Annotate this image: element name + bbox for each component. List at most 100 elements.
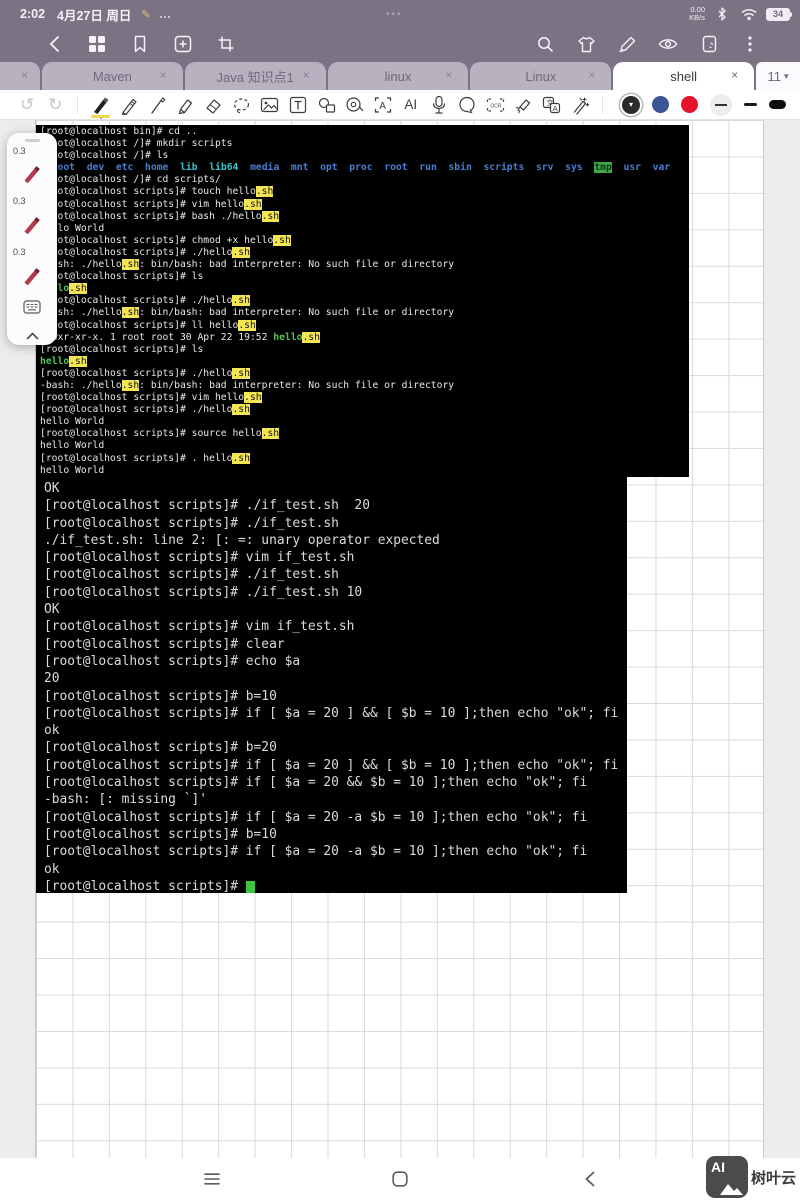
terminal-line: -bash: ./hello.sh: bin/bash: bad interpr… <box>40 259 689 271</box>
tab-close-icon[interactable]: × <box>445 68 452 82</box>
terminal-line: OK <box>44 480 627 497</box>
terminal-line: [root@localhost scripts]# if [ $a = 20 -… <box>44 843 627 860</box>
search-icon[interactable] <box>535 34 555 54</box>
tab-shell-active[interactable]: shell × <box>613 62 754 90</box>
terminal-screenshot-hello-sh[interactable]: [root@localhost bin]# cd .. [root@localho… <box>36 125 689 477</box>
stroke-thickness-bold[interactable] <box>769 100 786 109</box>
tab-linux-lower[interactable]: linux × <box>328 62 469 90</box>
fineliner-tool-button[interactable] <box>144 92 170 118</box>
terminal-line: [root@localhost scripts]# vim if_test.sh <box>44 549 627 566</box>
translate-tool-button[interactable]: 文A <box>539 92 565 118</box>
add-page-icon[interactable] <box>173 34 193 54</box>
undo-button[interactable]: ↺ <box>14 92 40 118</box>
terminal-line: [root@localhost scripts]# b=20 <box>44 739 627 756</box>
date-label: 4月27日 周日 <box>57 5 131 24</box>
eraser-tool-button[interactable] <box>200 92 226 118</box>
toolbar-divider <box>77 96 78 114</box>
bluetooth-icon <box>712 4 732 24</box>
terminal-line: [root@localhost scripts]# touch hello.sh <box>40 186 689 198</box>
pen-size-label: 0.3 <box>13 146 26 156</box>
back-nav-button[interactable] <box>578 1167 602 1191</box>
tab-close-icon[interactable]: × <box>21 68 28 82</box>
keyboard-panel-icon[interactable] <box>23 300 41 319</box>
tab-label: Java 知识点1 <box>217 67 294 86</box>
terminal-line: [root@localhost scripts]# b=10 <box>44 826 627 843</box>
collapse-panel-chevron-icon[interactable] <box>26 327 39 345</box>
terminal-line: [root@localhost /]# cd scripts/ <box>40 174 689 186</box>
battery-indicator: 34 <box>766 8 792 21</box>
insert-image-tool-button[interactable] <box>257 92 283 118</box>
pen-size-label: 0.3 <box>13 247 26 257</box>
lasso-select-tool-button[interactable] <box>228 92 254 118</box>
drawing-toolbar: ↺ ↻ A AI OCR 文A <box>0 90 800 120</box>
magic-pen-tool-button[interactable] <box>567 92 593 118</box>
stroke-thickness-medium[interactable] <box>744 103 757 106</box>
network-speed: 0.00 KB/s <box>689 6 705 22</box>
terminal-line: hello World <box>40 416 689 428</box>
speech-bubble-tool-button[interactable] <box>454 92 480 118</box>
tab-maven[interactable]: Maven × <box>42 62 183 90</box>
split-screen-handle[interactable]: ••• <box>386 9 403 20</box>
terminal-line: -bash: ./hello.sh: bin/bash: bad interpr… <box>40 307 689 319</box>
screenshot-crop-icon[interactable] <box>216 34 236 54</box>
tab-label: Linux <box>525 69 556 84</box>
tab-close-icon[interactable]: × <box>303 68 310 82</box>
terminal-line: [root@localhost scripts]# vim if_test.sh <box>44 618 627 635</box>
redo-button[interactable]: ↻ <box>42 92 68 118</box>
frame-recognize-tool-button[interactable]: A <box>369 92 395 118</box>
terminal-line: [root@localhost bin]# cd .. <box>40 126 689 138</box>
svg-text:A: A <box>379 101 386 112</box>
color-swatch-black-selected[interactable]: ▾ <box>622 96 640 114</box>
tab-java-notes[interactable]: Java 知识点1 × <box>185 62 326 90</box>
clock: 2:02 <box>20 7 45 21</box>
back-icon[interactable] <box>44 34 64 54</box>
terminal-line: [root@localhost scripts]# ./if_test.sh <box>44 566 627 583</box>
microphone-tool-button[interactable] <box>426 92 452 118</box>
terminal-line: [root@localhost scripts]# if [ $a = 20 -… <box>44 809 627 826</box>
terminal-line: [root@localhost scripts]# ./hello.sh <box>40 247 689 259</box>
tab-close-icon[interactable]: × <box>731 68 738 82</box>
pages-grid-icon[interactable] <box>87 34 107 54</box>
terminal-line: ok <box>44 861 627 878</box>
more-menu-icon[interactable] <box>740 34 760 54</box>
terminal-line: hello World <box>40 440 689 452</box>
tab-label: Maven <box>93 69 132 84</box>
terminal-line: [root@localhost scripts]# ./if_test.sh 1… <box>44 584 627 601</box>
tape-tool-button[interactable] <box>341 92 367 118</box>
laser-pointer-tool-button[interactable] <box>510 92 536 118</box>
tab-close-icon[interactable]: × <box>588 68 595 82</box>
terminal-screenshot-if-test[interactable]: OK[root@localhost scripts]# ./if_test.sh… <box>36 477 627 893</box>
terminal-line: [root@localhost scripts]# ./if_test.sh <box>44 515 627 532</box>
terminal-line: [root@localhost scripts]# if [ $a = 20 &… <box>44 774 627 791</box>
handwriting-panel-icon[interactable] <box>699 34 719 54</box>
shapes-tool-button[interactable] <box>313 92 339 118</box>
recents-menu-button[interactable] <box>200 1167 224 1191</box>
highlighter-tool-button[interactable] <box>172 92 198 118</box>
tab-linux-upper[interactable]: Linux × <box>470 62 611 90</box>
terminal-line: -bash: [: missing `]' <box>44 791 627 808</box>
pen-preset-2[interactable]: 0.3 <box>7 192 57 243</box>
theme-skin-icon[interactable] <box>576 34 596 54</box>
terminal-line: [root@localhost scripts]# bash ./hello.s… <box>40 211 689 223</box>
text-tool-button[interactable] <box>285 92 311 118</box>
color-swatch-red[interactable] <box>681 96 698 113</box>
tab-partial[interactable]: × <box>0 62 40 90</box>
tab-close-icon[interactable]: × <box>160 68 167 82</box>
pen-tool-button[interactable] <box>87 92 113 118</box>
ai-assistant-button[interactable]: AI <box>398 92 424 118</box>
reading-mode-eye-icon[interactable] <box>658 34 678 54</box>
ocr-tool-button[interactable]: OCR <box>482 92 508 118</box>
stroke-thickness-thin-selected[interactable] <box>710 94 732 116</box>
pen-preset-3[interactable]: 0.3 <box>7 243 57 294</box>
terminal-line: OK <box>44 601 627 618</box>
bookmark-icon[interactable] <box>130 34 150 54</box>
page-count-dropdown[interactable]: 11 ▾ <box>756 62 800 90</box>
edit-pen-icon[interactable] <box>617 34 637 54</box>
pen-preset-1[interactable]: 0.3 <box>7 142 57 193</box>
watermark-logo-text: AI <box>711 1159 725 1175</box>
terminal-line: [root@localhost scripts]# ls <box>40 271 689 283</box>
system-nav-bar <box>0 1158 800 1200</box>
pencil-tool-button[interactable] <box>116 92 142 118</box>
home-button[interactable] <box>388 1167 412 1191</box>
color-swatch-blue[interactable] <box>652 96 669 113</box>
